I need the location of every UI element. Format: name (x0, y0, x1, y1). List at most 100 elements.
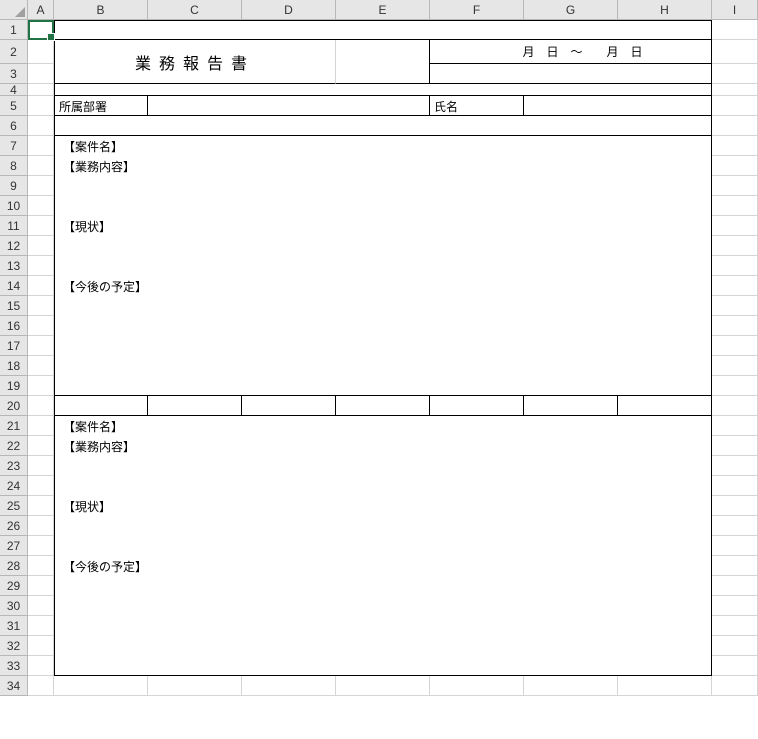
cell-I7[interactable] (712, 136, 758, 156)
cell-I26[interactable] (712, 516, 758, 536)
cell-A27[interactable] (28, 536, 54, 556)
col-header-G[interactable]: G (524, 0, 618, 20)
row-header-18[interactable]: 18 (0, 356, 28, 376)
cell-I13[interactable] (712, 256, 758, 276)
row-header-19[interactable]: 19 (0, 376, 28, 396)
cell-I16[interactable] (712, 316, 758, 336)
cell-A12[interactable] (28, 236, 54, 256)
cell-I27[interactable] (712, 536, 758, 556)
row-header-22[interactable]: 22 (0, 436, 28, 456)
row-header-5[interactable]: 5 (0, 96, 28, 116)
row-header-25[interactable]: 25 (0, 496, 28, 516)
cell-I32[interactable] (712, 636, 758, 656)
row20-F[interactable] (430, 396, 524, 416)
row-header-14[interactable]: 14 (0, 276, 28, 296)
row-header-34[interactable]: 34 (0, 676, 28, 696)
cell-A21[interactable] (28, 416, 54, 436)
row-header-2[interactable]: 2 (0, 40, 28, 64)
row20-H[interactable] (618, 396, 712, 416)
cell-A15[interactable] (28, 296, 54, 316)
cell-A9[interactable] (28, 176, 54, 196)
cell-G34[interactable] (524, 676, 618, 696)
row20-G[interactable] (524, 396, 618, 416)
col-header-D[interactable]: D (242, 0, 336, 20)
col-header-A[interactable]: A (28, 0, 54, 20)
cell-I30[interactable] (712, 596, 758, 616)
col-header-C[interactable]: C (148, 0, 242, 20)
row-header-24[interactable]: 24 (0, 476, 28, 496)
row-header-17[interactable]: 17 (0, 336, 28, 356)
cell-I20[interactable] (712, 396, 758, 416)
col-header-B[interactable]: B (54, 0, 148, 20)
cell-A4[interactable] (28, 84, 54, 96)
section1-block[interactable]: 【案件名】【業務内容】【現状】【今後の予定】 (54, 136, 712, 396)
cell-A31[interactable] (28, 616, 54, 636)
cell-I34[interactable] (712, 676, 758, 696)
row-header-11[interactable]: 11 (0, 216, 28, 236)
cell-A11[interactable] (28, 216, 54, 236)
cell-A20[interactable] (28, 396, 54, 416)
cell-A8[interactable] (28, 156, 54, 176)
row-header-32[interactable]: 32 (0, 636, 28, 656)
row-header-3[interactable]: 3 (0, 64, 28, 84)
cell-I5[interactable] (712, 96, 758, 116)
title-cell[interactable]: 業務報告書 (54, 40, 336, 84)
cell-A7[interactable] (28, 136, 54, 156)
cell-I9[interactable] (712, 176, 758, 196)
cell-I15[interactable] (712, 296, 758, 316)
cell-C34[interactable] (148, 676, 242, 696)
cell-A14[interactable] (28, 276, 54, 296)
row-header-23[interactable]: 23 (0, 456, 28, 476)
row-header-27[interactable]: 27 (0, 536, 28, 556)
cell-A25[interactable] (28, 496, 54, 516)
cell-A23[interactable] (28, 456, 54, 476)
cell-I2[interactable] (712, 40, 758, 64)
spacer-row4[interactable] (54, 84, 712, 96)
cell-A32[interactable] (28, 636, 54, 656)
row-header-28[interactable]: 28 (0, 556, 28, 576)
cell-I23[interactable] (712, 456, 758, 476)
cell-A28[interactable] (28, 556, 54, 576)
row6-box[interactable] (54, 116, 712, 136)
cell-I28[interactable] (712, 556, 758, 576)
row-header-7[interactable]: 7 (0, 136, 28, 156)
col-header-F[interactable]: F (430, 0, 524, 20)
row20-B[interactable] (54, 396, 148, 416)
row-header-30[interactable]: 30 (0, 596, 28, 616)
row-header-31[interactable]: 31 (0, 616, 28, 636)
cell-I10[interactable] (712, 196, 758, 216)
cell-A18[interactable] (28, 356, 54, 376)
row-header-13[interactable]: 13 (0, 256, 28, 276)
cell-A19[interactable] (28, 376, 54, 396)
date-range-cell[interactable]: 月 日 ～ 月 日 (430, 40, 712, 64)
select-all-corner[interactable] (0, 0, 28, 20)
cell-I12[interactable] (712, 236, 758, 256)
row-header-6[interactable]: 6 (0, 116, 28, 136)
col-header-I[interactable]: I (712, 0, 758, 20)
cell-A2[interactable] (28, 40, 54, 64)
cell-I17[interactable] (712, 336, 758, 356)
cell-A22[interactable] (28, 436, 54, 456)
row-header-4[interactable]: 4 (0, 84, 28, 96)
section2-block[interactable]: 【案件名】【業務内容】【現状】【今後の予定】 (54, 416, 712, 676)
row-header-33[interactable]: 33 (0, 656, 28, 676)
cell-I29[interactable] (712, 576, 758, 596)
cell-I33[interactable] (712, 656, 758, 676)
cell-I18[interactable] (712, 356, 758, 376)
date-range-below[interactable] (430, 64, 712, 84)
cell-I14[interactable] (712, 276, 758, 296)
cell-A5[interactable] (28, 96, 54, 116)
cell-A13[interactable] (28, 256, 54, 276)
row20-C[interactable] (148, 396, 242, 416)
cell-I24[interactable] (712, 476, 758, 496)
cell-A10[interactable] (28, 196, 54, 216)
cell-I6[interactable] (712, 116, 758, 136)
cell-D34[interactable] (242, 676, 336, 696)
row-header-12[interactable]: 12 (0, 236, 28, 256)
cell-I19[interactable] (712, 376, 758, 396)
cell-A24[interactable] (28, 476, 54, 496)
cell-I11[interactable] (712, 216, 758, 236)
cell-A16[interactable] (28, 316, 54, 336)
col-header-H[interactable]: H (618, 0, 712, 20)
cell-I31[interactable] (712, 616, 758, 636)
